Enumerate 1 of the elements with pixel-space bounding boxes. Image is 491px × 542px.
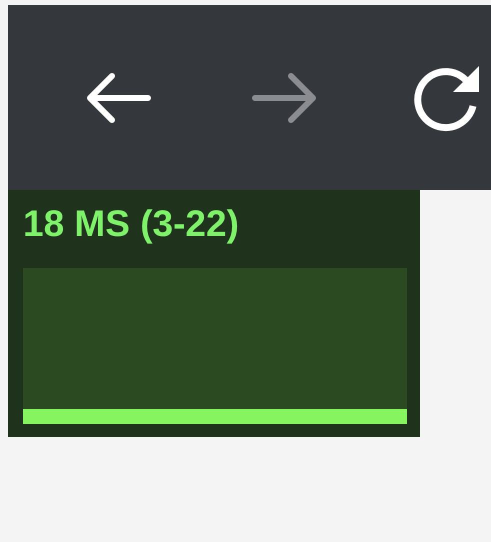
- frame-time-reading: 18 MS (3-22): [23, 202, 239, 246]
